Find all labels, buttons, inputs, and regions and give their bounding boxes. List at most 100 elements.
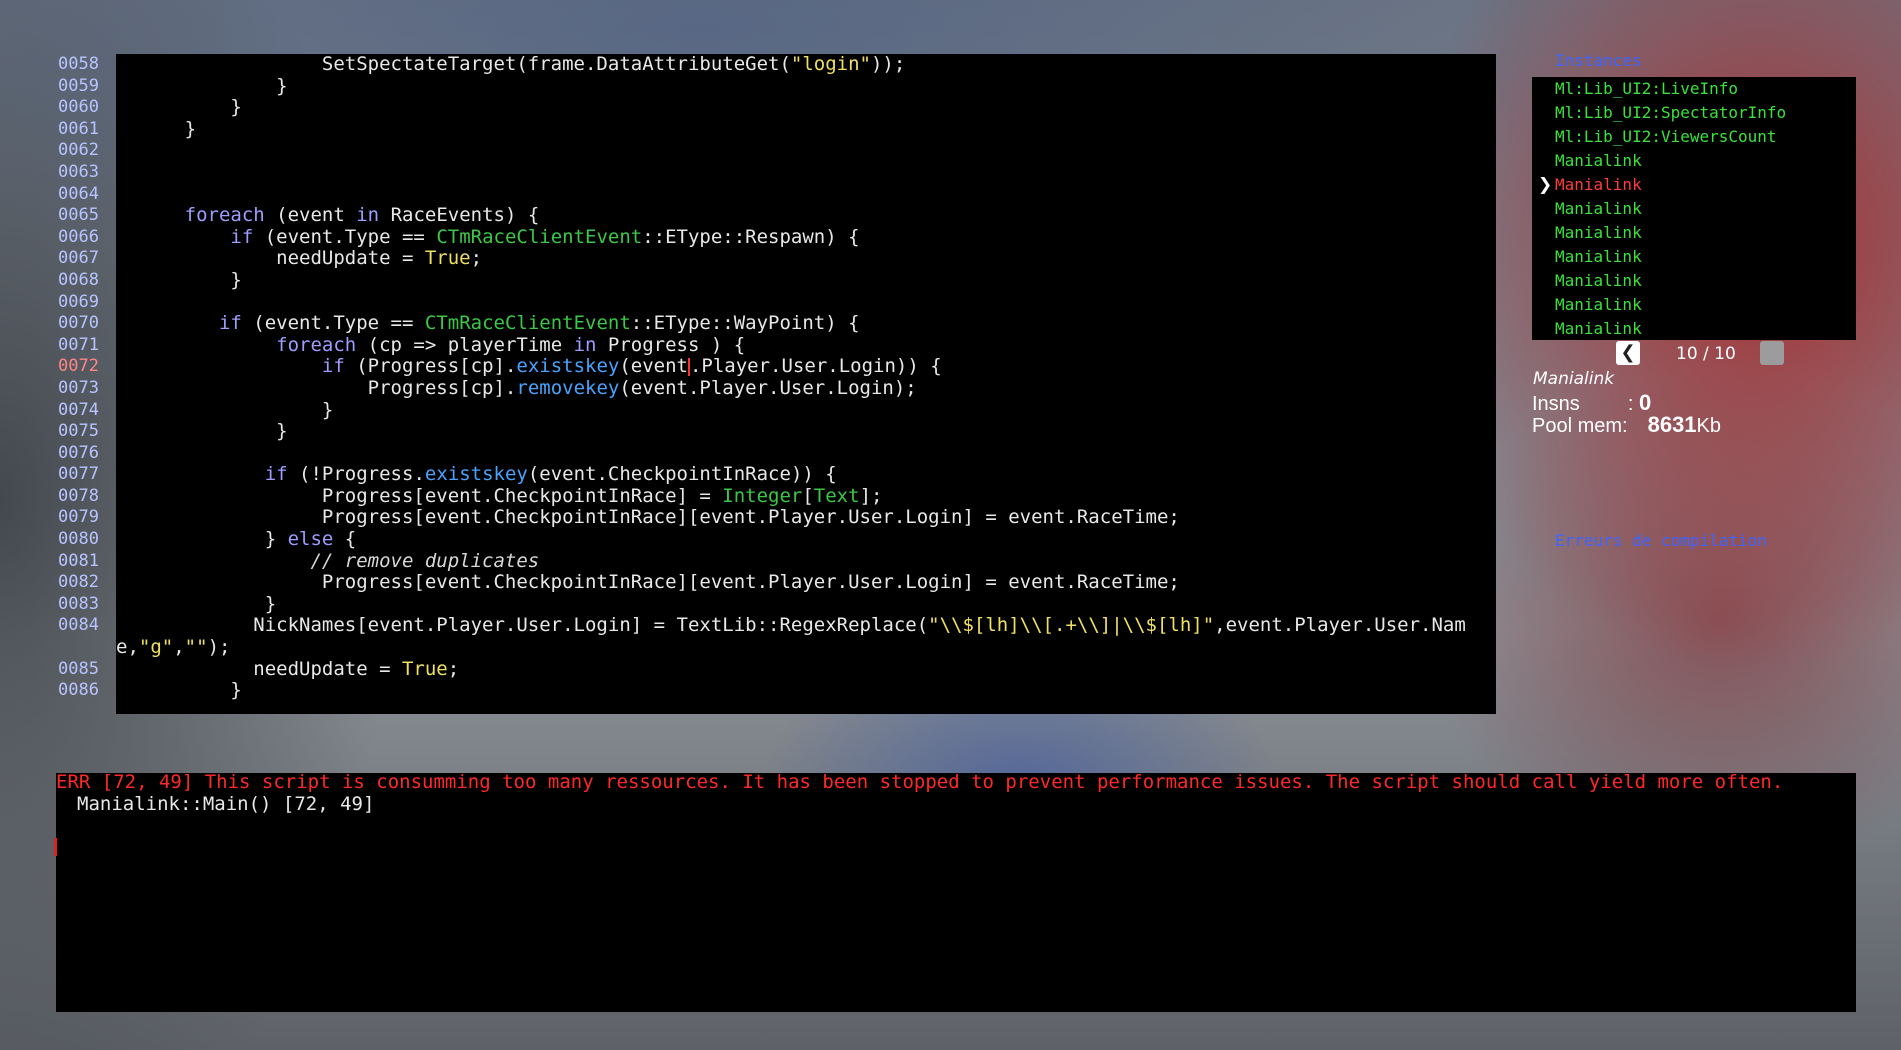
line-number: 0064 [58, 183, 99, 204]
instance-item-label: Ml:Lib_UI2:ViewersCount [1555, 127, 1777, 146]
instance-item[interactable]: Manialink [1532, 149, 1856, 173]
code-line: } [116, 399, 334, 421]
code-line: if (event.Type == CTmRaceClientEvent::ET… [230, 226, 860, 248]
instance-item-label: Manialink [1555, 295, 1642, 314]
line-number: 0075 [58, 421, 99, 442]
line-number: 0079 [58, 507, 99, 528]
text-cursor [687, 357, 690, 376]
line-number: 0070 [58, 313, 99, 334]
instance-item-label: Manialink [1555, 319, 1642, 338]
chevron-right-icon: ❯ [1538, 175, 1553, 195]
pager-text: 10 / 10 [1676, 344, 1736, 364]
code-line: NickNames[event.Player.User.Login] = Tex… [116, 615, 1466, 637]
instance-item[interactable]: Ml:Lib_UI2:SpectatorInfo [1532, 101, 1856, 125]
code-line: } [116, 75, 288, 97]
code-line: } else { [116, 529, 357, 551]
code-line: e,"g",""); [116, 637, 231, 659]
code-content[interactable]: SetSpectateTarget(frame.DataAttributeGet… [116, 54, 1496, 702]
line-number: 0065 [58, 205, 99, 226]
code-line: if (event.Type == CTmRaceClientEvent::ET… [218, 313, 860, 335]
code-line: } [116, 97, 242, 119]
instance-item-label: Manialink [1555, 247, 1642, 266]
line-number: 0082 [58, 572, 99, 593]
line-number: 0074 [58, 399, 99, 420]
line-number-gutter: 0058 0059 0060 0061 0062 0063 0064 0065 0066 0067… [58, 54, 110, 702]
instance-item[interactable]: Ml:Lib_UI2:ViewersCount [1532, 125, 1856, 149]
line-number: 0083 [58, 593, 99, 614]
instance-item[interactable]: ❯ Manialink [1532, 173, 1856, 197]
pool-mem-unit: Kb [1696, 415, 1722, 437]
line-number: 0063 [58, 161, 99, 182]
instance-item-label: Manialink [1555, 151, 1642, 170]
console-error-line: ERR [72, 49] This script is consumming t… [56, 771, 1784, 793]
chevron-left-icon: ❮ [1620, 342, 1636, 363]
line-number: 0081 [58, 550, 99, 571]
code-line: SetSpectateTarget(frame.DataAttributeGet… [116, 54, 906, 75]
line-number: 0080 [58, 529, 99, 550]
console-trace-line: Manialink::Main() [72, 49] [77, 793, 375, 815]
line-number: 0062 [58, 140, 99, 161]
line-number: 0072 [58, 356, 99, 377]
line-number: 0058 [58, 54, 99, 74]
code-line: Progress[event.CheckpointInRace] = Integ… [116, 485, 883, 507]
instance-item-label: Manialink [1555, 175, 1642, 194]
line-number: 0077 [58, 464, 99, 485]
instance-item[interactable]: Manialink [1532, 197, 1856, 221]
code-line: } [116, 593, 277, 615]
code-line: foreach (event in RaceEvents) { [184, 205, 540, 227]
code-line: Progress[cp].removekey(event.Player.User… [116, 377, 917, 399]
line-number: 0069 [58, 291, 99, 312]
line-number: 0067 [58, 248, 99, 269]
line-number: 0073 [58, 377, 99, 398]
line-number: 0086 [58, 680, 99, 701]
instance-item[interactable]: Manialink [1532, 269, 1856, 293]
code-line: Progress[event.CheckpointInRace][event.P… [116, 572, 1180, 594]
instance-name: Manialink [1533, 369, 1615, 389]
instance-item-label: Manialink [1555, 271, 1642, 290]
line-number: 0084 [58, 615, 99, 636]
code-line: if (!Progress.existskey(event.Checkpoint… [264, 464, 837, 486]
code-line: needUpdate = True; [116, 658, 460, 680]
code-line: Progress[event.CheckpointInRace][event.P… [116, 507, 1180, 529]
compilation-errors-link[interactable]: Erreurs de compilation [1555, 531, 1767, 550]
line-number: 0059 [58, 75, 99, 96]
instance-item[interactable]: Manialink [1532, 317, 1856, 340]
instance-item[interactable]: Ml:Lib_UI2:LiveInfo [1532, 77, 1856, 101]
pager-next-button[interactable] [1760, 341, 1784, 365]
code-line-current: if (Progress[cp].existskey(event .Player.… [321, 356, 942, 378]
pager-prev-button[interactable]: ❮ [1616, 341, 1640, 365]
instance-item[interactable]: Manialink [1532, 245, 1856, 269]
line-number [58, 637, 110, 659]
line-number: 0076 [58, 442, 99, 463]
code-line: } [116, 680, 242, 702]
pool-mem-row: Pool mem: 8631Kb [1532, 412, 1721, 438]
line-number: 0068 [58, 269, 99, 290]
line-number: 0066 [58, 226, 99, 247]
line-number: 0078 [58, 485, 99, 506]
code-line: } [116, 118, 197, 140]
line-number: 0085 [58, 658, 99, 679]
line-number: 0061 [58, 118, 99, 139]
instance-item-label: Manialink [1555, 199, 1642, 218]
code-line: } [116, 421, 288, 443]
line-number: 0071 [58, 334, 99, 355]
console-cursor [54, 838, 57, 856]
pool-mem-value: 8631 [1647, 412, 1697, 437]
code-line: // remove duplicates [310, 550, 540, 572]
instance-item-label: Manialink [1555, 223, 1642, 242]
code-line: needUpdate = True; [116, 248, 483, 270]
instance-item[interactable]: Manialink [1532, 293, 1856, 317]
instance-item-label: Ml:Lib_UI2:LiveInfo [1555, 79, 1739, 98]
instance-item[interactable]: Manialink [1532, 221, 1856, 245]
line-number: 0060 [58, 97, 99, 118]
code-line: } [116, 269, 242, 291]
instances-list[interactable]: Ml:Lib_UI2:LiveInfo Ml:Lib_UI2:SpectatorI… [1532, 77, 1856, 340]
instances-title[interactable]: Instances [1555, 51, 1642, 70]
pool-mem-label: Pool mem: [1532, 415, 1628, 437]
instance-item-label: Ml:Lib_UI2:SpectatorInfo [1555, 103, 1787, 122]
